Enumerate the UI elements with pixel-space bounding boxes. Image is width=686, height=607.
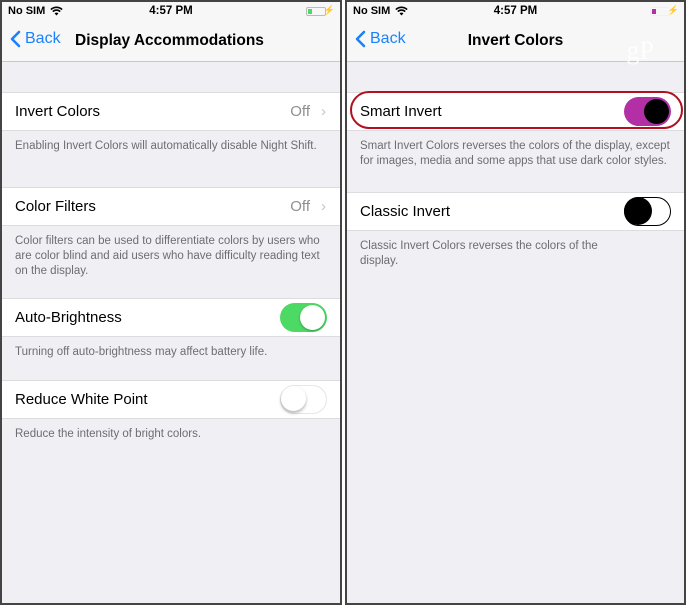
row-value: Off: [290, 103, 310, 120]
invert-colors-screen: No SIM 4:57 PM ⚡ Back Invert Colors gP S…: [345, 0, 686, 605]
auto-brightness-footer: Turning off auto-brightness may affect b…: [15, 346, 268, 358]
classic-invert-footer: Classic Invert Colors reverses the color…: [360, 240, 598, 267]
row-label: Auto-Brightness: [15, 309, 122, 326]
nav-bar: Back Display Accommodations: [2, 22, 340, 62]
reduce-white-point-toggle[interactable]: [280, 385, 327, 414]
clock: 4:57 PM: [149, 5, 193, 17]
classic-invert-toggle[interactable]: [624, 197, 671, 226]
row-label: Color Filters: [15, 198, 96, 215]
highlight-ring: [350, 91, 683, 129]
back-label: Back: [25, 30, 61, 47]
reduce-white-point-row: Reduce White Point: [2, 380, 340, 419]
auto-brightness-toggle[interactable]: [280, 303, 327, 332]
toggle-knob: [624, 197, 652, 225]
chevron-left-icon: [10, 30, 21, 48]
status-bar: No SIM 4:57 PM ⚡: [347, 2, 684, 22]
toggle-knob: [300, 305, 325, 330]
display-accommodations-screen: No SIM 4:57 PM ⚡ Back Display Accommodat…: [0, 0, 342, 605]
auto-brightness-row: Auto-Brightness: [2, 298, 340, 337]
row-value: Off: [290, 198, 310, 215]
watermark-logo: gP: [626, 36, 654, 65]
charging-icon: ⚡: [323, 5, 335, 15]
color-filters-footer: Color filters can be used to differentia…: [15, 235, 320, 277]
invert-colors-row[interactable]: Invert Colors Off ›: [2, 92, 340, 131]
chevron-right-icon: ›: [321, 198, 326, 215]
row-label: Reduce White Point: [15, 391, 148, 408]
page-title: Display Accommodations: [75, 32, 264, 49]
back-button[interactable]: Back: [10, 30, 61, 48]
smart-invert-footer: Smart Invert Colors reverses the colors …: [360, 140, 670, 167]
row-label: Classic Invert: [360, 203, 451, 220]
toggle-knob: [281, 386, 306, 411]
classic-invert-row: Classic Invert: [347, 192, 684, 231]
status-bar: No SIM 4:57 PM ⚡: [2, 2, 340, 22]
nav-bar: Back Invert Colors gP: [347, 22, 684, 65]
clock: 4:57 PM: [493, 5, 538, 17]
invert-colors-footer: Enabling Invert Colors will automaticall…: [15, 140, 317, 152]
charging-icon: ⚡: [667, 5, 679, 15]
row-label: Invert Colors: [15, 103, 101, 120]
color-filters-row[interactable]: Color Filters Off ›: [2, 187, 340, 226]
reduce-white-point-footer: Reduce the intensity of bright colors.: [15, 428, 202, 440]
chevron-right-icon: ›: [321, 103, 326, 120]
